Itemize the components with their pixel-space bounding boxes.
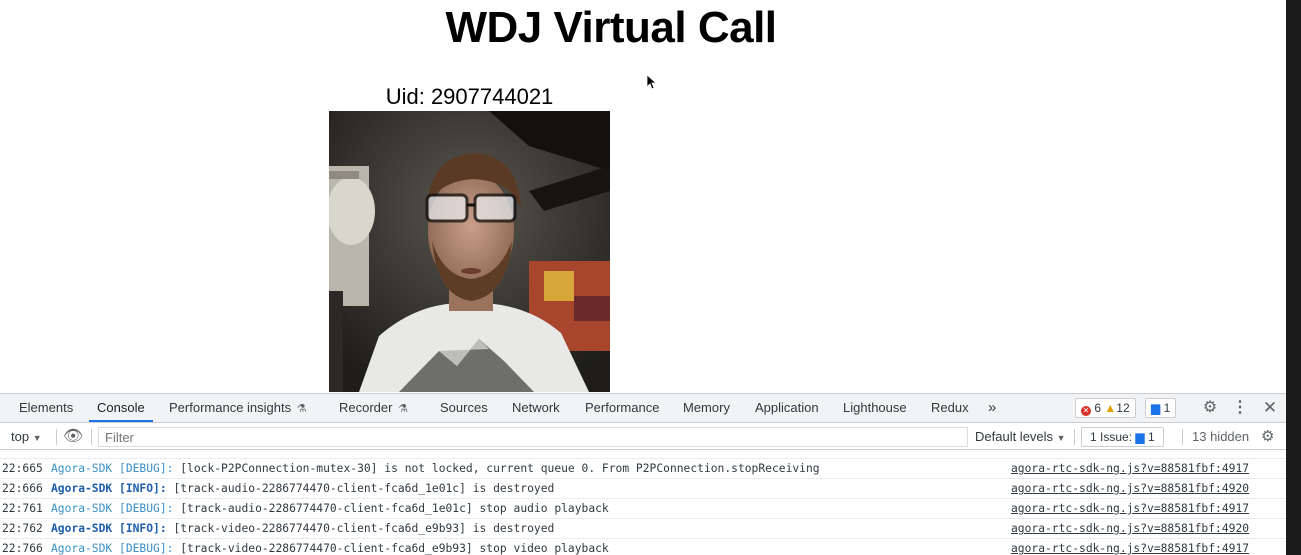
issues-count: 1	[1147, 430, 1155, 444]
tab-redux[interactable]: Redux	[931, 394, 969, 422]
divider	[1074, 429, 1075, 445]
tab-label: Performance insights	[169, 400, 292, 415]
console-row: 22:666 Agora-SDK [INFO]: [track-audio-22…	[0, 479, 1286, 499]
log-tag: Agora-SDK [DEBUG]:	[51, 502, 174, 515]
divider	[1182, 429, 1183, 445]
source-link[interactable]: agora-rtc-sdk-ng.js?v=88581fbf:4917	[1011, 459, 1249, 479]
video-frame-image	[329, 111, 610, 392]
mouse-cursor-icon	[646, 74, 658, 95]
flask-icon: ⚗	[296, 403, 307, 415]
kebab-menu-icon[interactable]: ⋮	[1229, 394, 1251, 422]
timestamp: 22:762	[2, 522, 43, 535]
log-message: Agora-SDK [DEBUG]: [track-audio-22867744…	[51, 499, 609, 519]
log-tag: Agora-SDK [INFO]:	[51, 522, 167, 535]
log-text: [track-audio-2286774470-client-fca6d_1e0…	[173, 482, 555, 495]
eye-icon[interactable]: 👁	[63, 424, 83, 450]
console-log: 22:665 Agora-SDK [DEBUG]: [lock-P2PConne…	[0, 451, 1286, 555]
log-message: Agora-SDK [DEBUG]: [track-video-22867744…	[51, 539, 609, 555]
log-message: Agora-SDK [INFO]: [track-audio-228677447…	[51, 479, 554, 499]
log-levels-label: Default levels	[975, 429, 1054, 444]
source-link[interactable]: agora-rtc-sdk-ng.js?v=88581fbf:4917	[1011, 499, 1249, 519]
log-levels-dropdown[interactable]: Default levels ▼	[975, 424, 1066, 450]
log-text: [lock-P2PConnection-mutex-30] is not loc…	[180, 462, 820, 475]
uid-label: Uid: 2907744021	[385, 84, 554, 109]
log-text: [track-video-2286774470-client-fca6d_e9b…	[180, 542, 609, 555]
timestamp: 22:665	[2, 462, 43, 475]
devtools-tab-bar: Elements Console Performance insights ⚗ …	[0, 394, 1286, 423]
console-row-partial	[0, 451, 1286, 459]
warning-count: 12	[1116, 401, 1130, 415]
tab-performance[interactable]: Performance	[585, 394, 659, 422]
log-tag: Agora-SDK [DEBUG]:	[51, 462, 174, 475]
source-link[interactable]: agora-rtc-sdk-ng.js?v=88581fbf:4920	[1011, 479, 1249, 499]
page-title: WDJ Virtual Call	[445, 3, 777, 52]
gear-icon[interactable]: ⚙	[1199, 394, 1221, 422]
warning-icon: ▲	[1104, 401, 1117, 415]
tab-recorder[interactable]: Recorder ⚗	[339, 394, 408, 422]
chevron-down-icon: ▼	[1056, 433, 1066, 443]
error-warning-counter[interactable]: ✕ 6 ▲12	[1075, 398, 1136, 418]
context-selector-label: top	[11, 429, 30, 444]
source-link[interactable]: agora-rtc-sdk-ng.js?v=88581fbf:4920	[1011, 519, 1249, 539]
console-row: 22:766 Agora-SDK [DEBUG]: [track-video-2…	[0, 539, 1286, 555]
chevron-down-icon: ▼	[32, 433, 42, 443]
source-link[interactable]: agora-rtc-sdk-ng.js?v=88581fbf:4917	[1011, 539, 1249, 555]
tab-memory[interactable]: Memory	[683, 394, 730, 422]
tab-lighthouse[interactable]: Lighthouse	[843, 394, 907, 422]
tab-label: Recorder	[339, 400, 393, 415]
console-row: 22:761 Agora-SDK [DEBUG]: [track-audio-2…	[0, 499, 1286, 519]
local-video-stream	[329, 111, 610, 392]
error-count: 6	[1094, 401, 1102, 415]
tab-elements[interactable]: Elements	[19, 394, 73, 422]
log-text: [track-audio-2286774470-client-fca6d_1e0…	[180, 502, 609, 515]
console-row: 22:762 Agora-SDK [INFO]: [track-video-22…	[0, 519, 1286, 539]
timestamp: 22:666	[2, 482, 43, 495]
divider	[91, 429, 92, 445]
tab-network[interactable]: Network	[512, 394, 560, 422]
message-counter[interactable]: ▆ 1	[1145, 398, 1177, 418]
issues-label: 1 Issue:	[1090, 430, 1133, 444]
timestamp: 22:761	[2, 502, 43, 515]
filter-input[interactable]	[98, 427, 968, 447]
devtools-panel: Elements Console Performance insights ⚗ …	[0, 393, 1286, 555]
console-row: 22:665 Agora-SDK [DEBUG]: [lock-P2PConne…	[0, 459, 1286, 479]
message-icon: ▆	[1135, 430, 1145, 444]
divider	[56, 429, 57, 445]
issues-button[interactable]: 1 Issue: ▆ 1	[1081, 427, 1164, 447]
tab-sources[interactable]: Sources	[440, 394, 488, 422]
log-tag: Agora-SDK [DEBUG]:	[51, 542, 174, 555]
tab-performance-insights[interactable]: Performance insights ⚗	[169, 394, 307, 422]
context-selector[interactable]: top ▼	[11, 424, 42, 450]
log-message: Agora-SDK [DEBUG]: [lock-P2PConnection-m…	[51, 459, 820, 479]
message-icon: ▆	[1151, 401, 1161, 415]
timestamp: 22:766	[2, 542, 43, 555]
flask-icon: ⚗	[398, 403, 408, 415]
error-icon: ✕	[1081, 406, 1091, 416]
close-icon[interactable]: ✕	[1259, 394, 1281, 422]
log-text: [track-video-2286774470-client-fca6d_e9b…	[173, 522, 555, 535]
more-tabs-button[interactable]: »	[988, 394, 996, 422]
tab-console[interactable]: Console	[89, 394, 153, 422]
window-edge	[1286, 0, 1301, 555]
message-count: 1	[1163, 401, 1171, 415]
console-filter-bar: top ▼ 👁 Default levels ▼ 1 Issue: ▆ 1 13…	[0, 424, 1286, 450]
log-tag: Agora-SDK [INFO]:	[51, 482, 167, 495]
log-message: Agora-SDK [INFO]: [track-video-228677447…	[51, 519, 554, 539]
gear-icon[interactable]: ⚙	[1261, 424, 1274, 450]
hidden-count: 13 hidden	[1192, 429, 1250, 444]
tab-application[interactable]: Application	[755, 394, 819, 422]
